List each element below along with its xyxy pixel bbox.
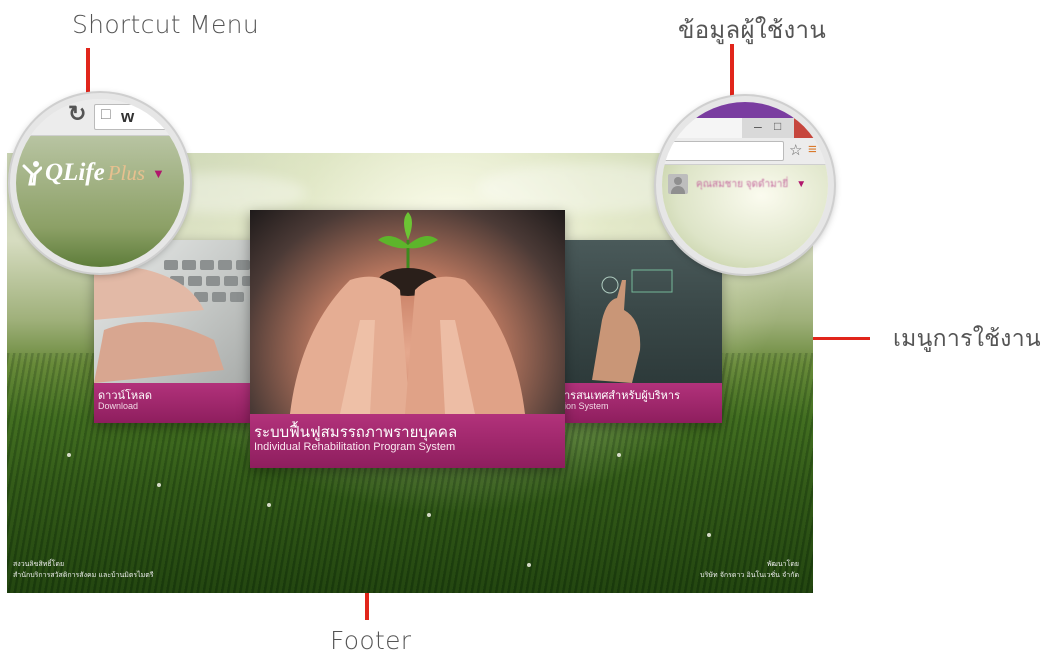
hands-plant-image xyxy=(250,210,565,414)
annotation-shortcut-menu: Shortcut Menu xyxy=(72,10,259,39)
pointer-line-user xyxy=(730,44,734,96)
avatar xyxy=(668,174,688,194)
user-name: คุณสมชาย จุดดำมายี่ xyxy=(696,178,789,190)
flower xyxy=(707,533,711,537)
flower xyxy=(67,453,71,457)
maximize-icon[interactable]: □ xyxy=(774,119,781,133)
card-subtitle: Individual Rehabilitation Program System xyxy=(254,441,456,453)
footer-developer-label: พัฒนาโดย xyxy=(766,560,799,568)
menu-card-rehabilitation[interactable]: ระบบฟื้นฟูสมรรถภาพรายบุคคล Individual Re… xyxy=(250,210,565,468)
minimize-icon[interactable]: – xyxy=(754,118,762,134)
magnified-background xyxy=(16,136,184,267)
flower xyxy=(267,503,271,507)
user-menu[interactable]: คุณสมชาย จุดดำมายี่ ▼ xyxy=(668,174,806,194)
footer-developer: พัฒนาโดย บริษัท จักรดาว อินโนเวชั่น จำกั… xyxy=(700,559,799,581)
annotation-footer: Footer xyxy=(330,626,412,655)
footer-developer-name: บริษัท จักรดาว อินโนเวชั่น จำกัด xyxy=(700,571,799,579)
magnifier-user-info: – □ ✕ ☆ ≡ คุณสมชาย จุดดำมายี่ ▼ xyxy=(656,96,834,274)
card-subtitle: ion System xyxy=(564,401,609,411)
card-caption-bar: ระบบฟื้นฟูสมรรถภาพรายบุคคล Individual Re… xyxy=(250,414,565,468)
magnified-logo[interactable]: QLife Plus ▼ xyxy=(22,159,165,187)
menu-icon[interactable]: ≡ xyxy=(808,141,817,158)
annotation-usage-menu: เมนูการใช้งาน xyxy=(893,326,1041,352)
footer-copyright-owner: สำนักบริการสวัสดิการสังคม และบ้านมิตรไมต… xyxy=(13,571,154,579)
close-button[interactable]: ✕ xyxy=(794,118,828,138)
card-subtitle: Download xyxy=(98,401,139,411)
url-text: w xyxy=(121,107,135,126)
logo-figure-icon xyxy=(22,161,42,186)
pointer-line-shortcut xyxy=(86,48,90,100)
browser-toolbar: ☆ ≡ xyxy=(662,138,828,165)
page-icon: □ xyxy=(101,106,111,123)
window-controls: – □ ✕ xyxy=(742,118,828,138)
logo-text: QLife xyxy=(45,159,105,186)
flower xyxy=(527,563,531,567)
footer-copyright: สงวนลิขสิทธิ์โดย สำนักบริการสวัสดิการสัง… xyxy=(13,559,154,581)
close-icon: ✕ xyxy=(807,119,818,134)
browser-toolbar: → ↻ □ w xyxy=(16,99,184,136)
flower xyxy=(617,453,621,457)
logo-plus-text: Plus xyxy=(107,160,146,185)
chevron-down-icon[interactable]: ▼ xyxy=(796,179,806,190)
footer-copyright-label: สงวนลิขสิทธิ์โดย xyxy=(13,560,65,568)
reload-icon[interactable]: ↻ xyxy=(68,101,86,127)
flower xyxy=(157,483,161,487)
card-caption-bar: ารสนเทศสำหรับผู้บริหาร ion System xyxy=(562,383,722,423)
bookmark-star-icon[interactable]: ☆ xyxy=(789,141,802,159)
browser-titlebar xyxy=(662,102,828,118)
back-arrow-icon[interactable]: → xyxy=(20,101,42,127)
chevron-down-icon[interactable]: ▼ xyxy=(152,166,165,181)
flower xyxy=(427,513,431,517)
url-bar[interactable]: □ w xyxy=(94,104,176,130)
magnifier-shortcut-menu: → ↻ □ w QLife Plus ▼ xyxy=(10,93,190,273)
annotation-user-info: ข้อมูลผู้ใช้งาน xyxy=(678,16,827,44)
card-caption-bar: ดาวน์โหลด Download xyxy=(94,383,264,423)
url-bar[interactable] xyxy=(662,141,784,161)
